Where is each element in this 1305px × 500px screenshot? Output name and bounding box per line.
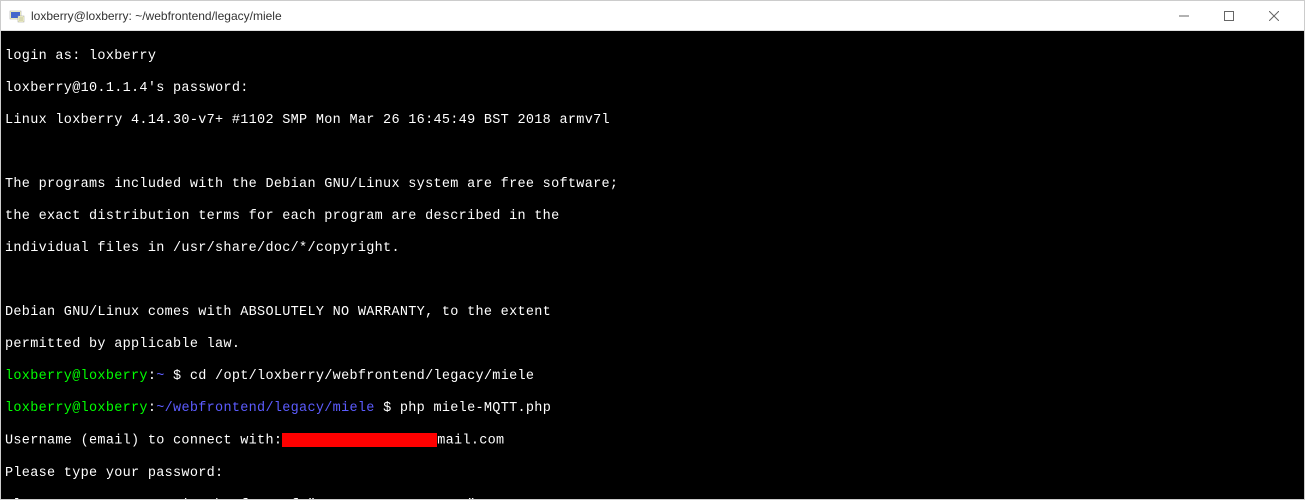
window-title: loxberry@loxberry: ~/webfrontend/legacy/… xyxy=(31,9,1161,23)
window-controls xyxy=(1161,1,1296,30)
putty-icon xyxy=(9,8,25,24)
terminal-line: login as: loxberry xyxy=(5,49,1300,65)
terminal-line: Username (email) to connect with:xmail.c… xyxy=(5,433,1300,450)
terminal-line xyxy=(5,145,1300,161)
prompt-cmd: $ php miele-MQTT.php xyxy=(375,401,551,416)
redaction: x xyxy=(282,433,437,447)
terminal-line: individual files in /usr/share/doc/*/cop… xyxy=(5,241,1300,257)
prompt-user: loxberry@loxberry xyxy=(5,401,148,416)
terminal-line: Debian GNU/Linux comes with ABSOLUTELY N… xyxy=(5,305,1300,321)
terminal-line xyxy=(5,273,1300,289)
terminal-area[interactable]: login as: loxberry loxberry@10.1.1.4's p… xyxy=(1,31,1304,499)
prompt-user: loxberry@loxberry xyxy=(5,369,148,384)
terminal-line: the exact distribution terms for each pr… xyxy=(5,209,1300,225)
q-user-pre: Username (email) to connect with: xyxy=(5,434,282,449)
titlebar[interactable]: loxberry@loxberry: ~/webfrontend/legacy/… xyxy=(1,1,1304,31)
prompt-path: ~/webfrontend/legacy/miele xyxy=(156,401,374,416)
minimize-button[interactable] xyxy=(1161,1,1206,30)
terminal-line: Please state country in the form of "no-… xyxy=(5,498,1300,499)
maximize-button[interactable] xyxy=(1206,1,1251,30)
terminal-line: permitted by applicable law. xyxy=(5,337,1300,353)
prompt-sep: : xyxy=(148,401,156,416)
q-user-post: mail.com xyxy=(437,434,504,449)
prompt-cmd: $ cd /opt/loxberry/webfrontend/legacy/mi… xyxy=(165,369,535,384)
prompt-sep: : xyxy=(148,369,156,384)
terminal-line: Please type your password: xyxy=(5,466,1300,482)
terminal-line: The programs included with the Debian GN… xyxy=(5,177,1300,193)
close-button[interactable] xyxy=(1251,1,1296,30)
terminal-line: Linux loxberry 4.14.30-v7+ #1102 SMP Mon… xyxy=(5,113,1300,129)
prompt-line: loxberry@loxberry:~/webfrontend/legacy/m… xyxy=(5,401,1300,417)
terminal-line: loxberry@10.1.1.4's password: xyxy=(5,81,1300,97)
putty-window: loxberry@loxberry: ~/webfrontend/legacy/… xyxy=(0,0,1305,500)
prompt-path: ~ xyxy=(156,369,164,384)
prompt-line: loxberry@loxberry:~ $ cd /opt/loxberry/w… xyxy=(5,369,1300,385)
